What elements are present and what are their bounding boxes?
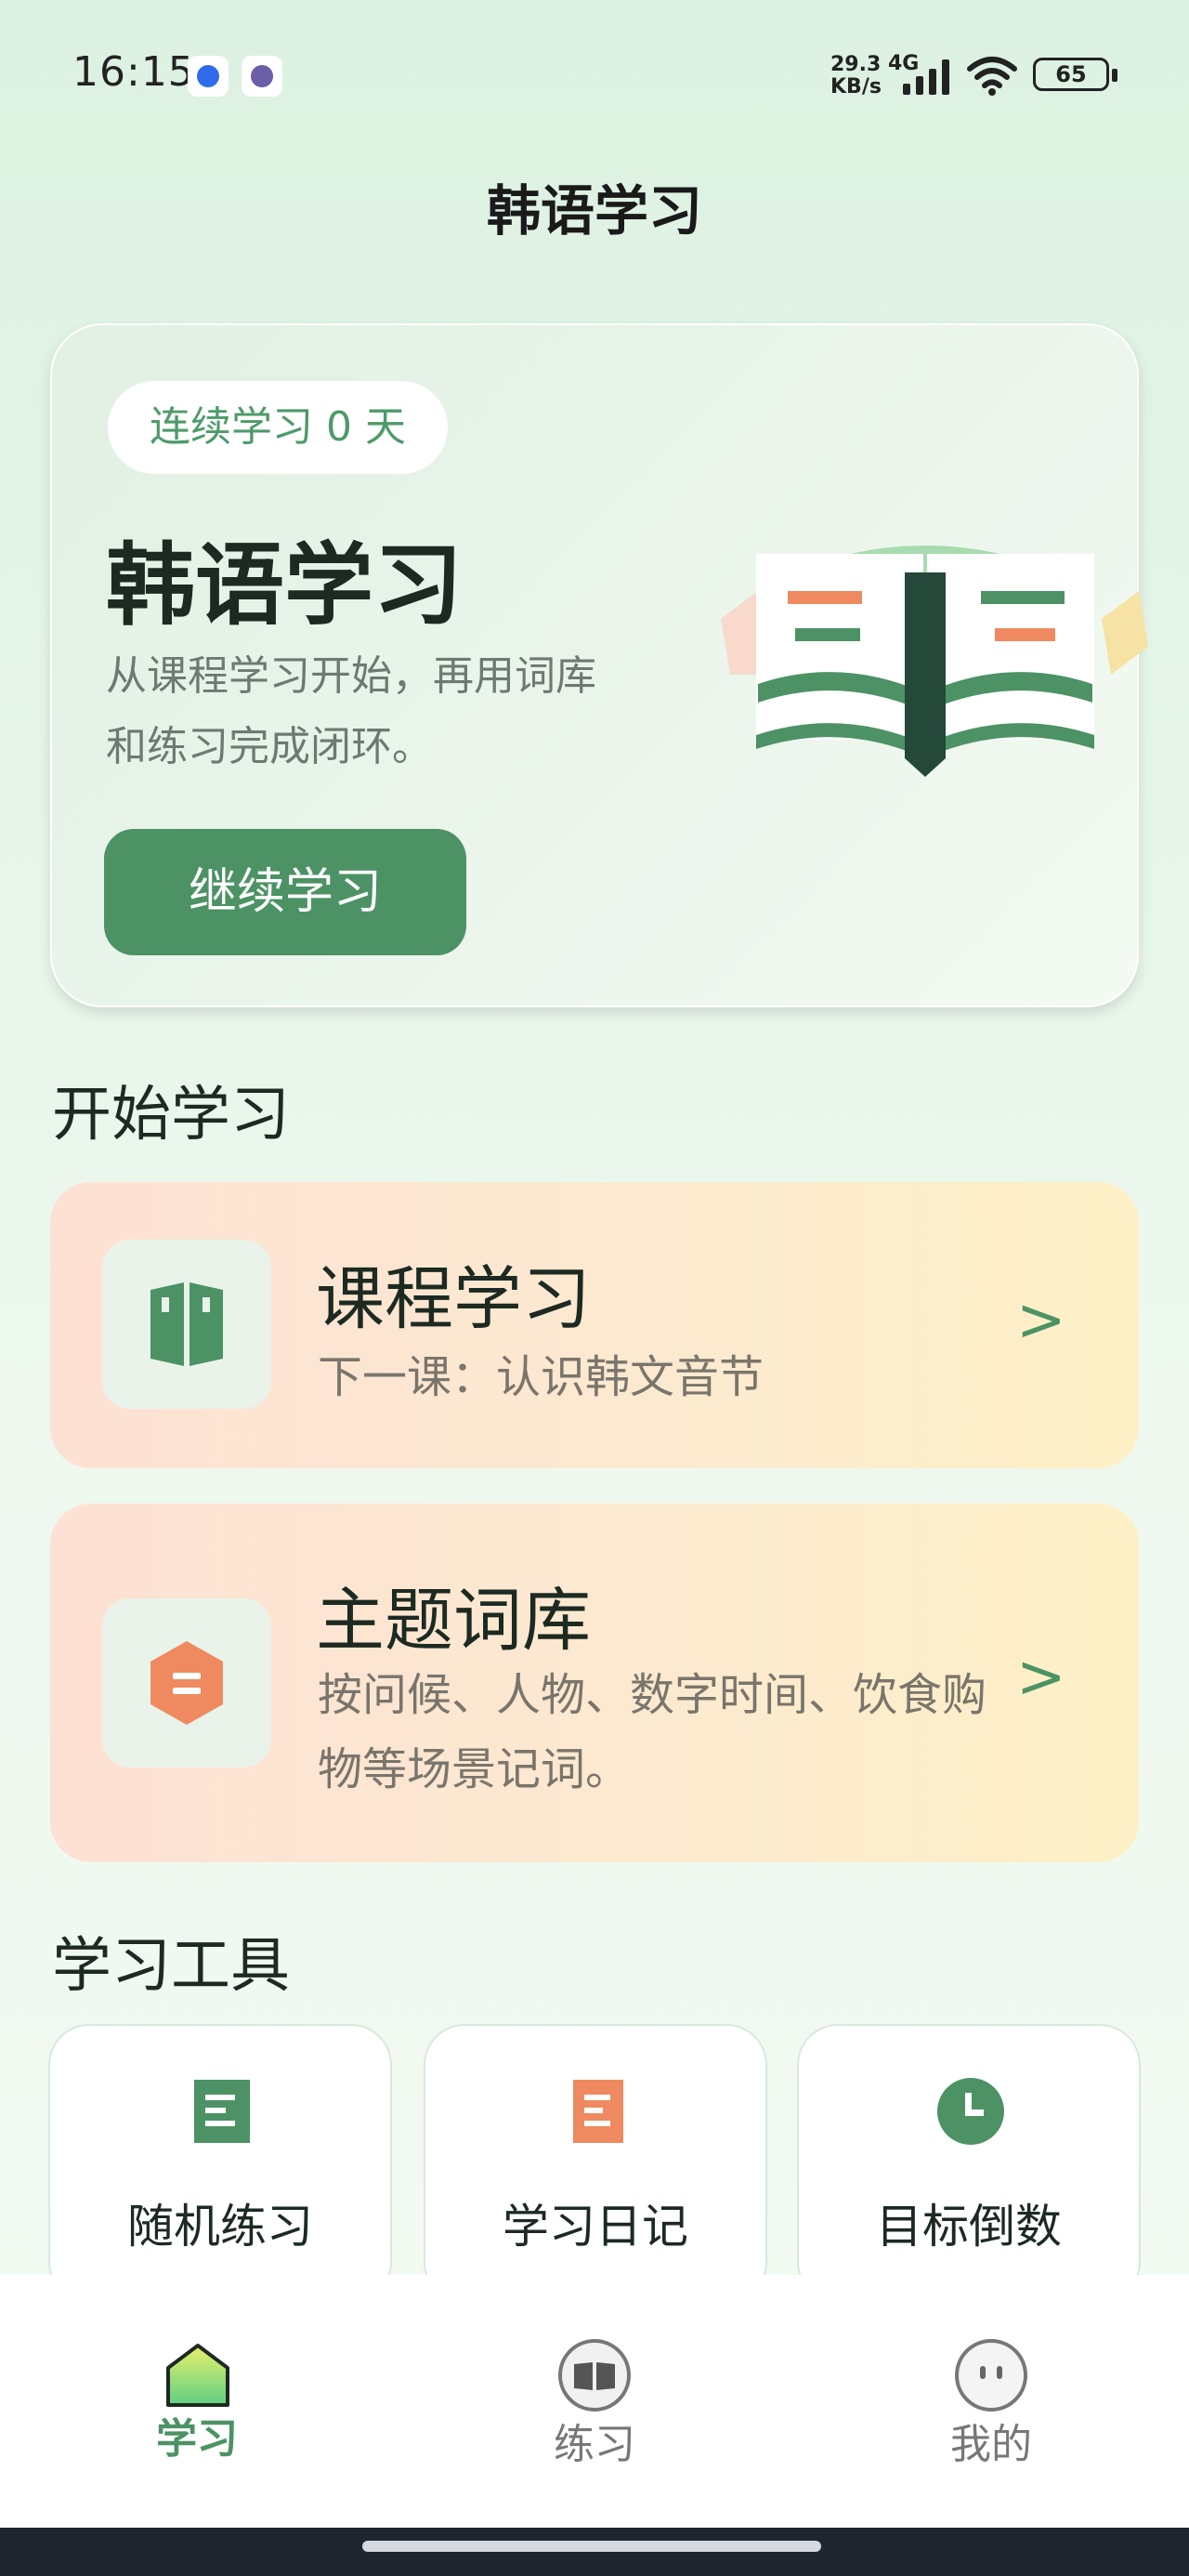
status-time: 16:15 bbox=[72, 48, 195, 96]
tool-label: 随机练习 bbox=[127, 2200, 313, 2254]
card-title: 课程学习 bbox=[316, 1259, 591, 1339]
hero-description: 从课程学习开始，再用词库 和练习完成闭环。 bbox=[106, 641, 700, 782]
app-notification-icon bbox=[242, 56, 282, 97]
wifi-icon bbox=[967, 57, 1017, 96]
hero-title: 韩语学习 bbox=[106, 533, 463, 637]
signal-icon bbox=[903, 59, 949, 95]
book-icon-tile bbox=[102, 1240, 271, 1409]
hero-description-line: 从课程学习开始，再用词库 bbox=[106, 652, 596, 700]
tab-profile[interactable]: 我的 bbox=[793, 2275, 1189, 2528]
study-diary-tool[interactable]: 学习日记 bbox=[424, 2024, 767, 2303]
tab-label: 学习 bbox=[156, 2415, 238, 2463]
battery-icon: 65 bbox=[1033, 58, 1117, 91]
network-speed: 29.3 KB/s bbox=[830, 54, 882, 99]
document-icon bbox=[194, 2080, 250, 2143]
open-book-illustration bbox=[721, 545, 1148, 777]
tool-label: 学习日记 bbox=[503, 2200, 688, 2254]
profile-icon bbox=[955, 2339, 1027, 2412]
section-title-start: 开始学习 bbox=[52, 1081, 290, 1150]
tab-label: 练习 bbox=[554, 2421, 635, 2468]
hero-card: 连续学习 0 天 韩语学习 从课程学习开始，再用词库 和练习完成闭环。 继续学习 bbox=[50, 323, 1148, 1007]
random-practice-tool[interactable]: 随机练习 bbox=[48, 2024, 392, 2303]
section-title-tools: 学习工具 bbox=[52, 1932, 290, 2001]
chevron-right-icon: > bbox=[1016, 1286, 1066, 1355]
tool-label: 目标倒数 bbox=[876, 2200, 1062, 2254]
document-icon bbox=[573, 2080, 623, 2143]
system-navigation-bar bbox=[0, 2528, 1189, 2576]
bottom-tab-bar: 学习 练习 我的 bbox=[0, 2275, 1189, 2528]
chevron-right-icon: > bbox=[1016, 1643, 1066, 1712]
hero-description-line: 和练习完成闭环。 bbox=[106, 723, 433, 770]
continue-learning-button[interactable]: 继续学习 bbox=[104, 829, 466, 955]
book-icon bbox=[150, 1282, 223, 1366]
streak-badge: 连续学习 0 天 bbox=[108, 381, 448, 474]
goal-countdown-tool[interactable]: 目标倒数 bbox=[797, 2024, 1141, 2303]
home-indicator[interactable] bbox=[362, 2541, 821, 2552]
topic-vocabulary-card[interactable]: 主题词库 按问候、人物、数字时间、饮食购 物等场景记词。 > bbox=[50, 1504, 1139, 1862]
card-subtitle: 按问候、人物、数字时间、饮食购 物等场景记词。 bbox=[318, 1658, 1024, 1807]
hexagon-icon-tile bbox=[102, 1598, 271, 1768]
home-icon bbox=[166, 2344, 229, 2407]
tab-label: 我的 bbox=[950, 2421, 1032, 2468]
hexagon-list-icon bbox=[150, 1641, 223, 1725]
card-subtitle: 下一课：认识韩文音节 bbox=[318, 1351, 764, 1403]
card-subtitle-line: 按问候、人物、数字时间、饮食购 bbox=[318, 1669, 987, 1721]
app-notification-icon bbox=[188, 56, 229, 97]
course-learning-card[interactable]: 课程学习 下一课：认识韩文音节 > bbox=[50, 1182, 1139, 1468]
clock-icon bbox=[937, 2078, 1004, 2145]
card-title: 主题词库 bbox=[316, 1581, 591, 1661]
tab-study[interactable]: 学习 bbox=[0, 2275, 396, 2528]
network-speed-unit: KB/s bbox=[830, 75, 882, 99]
network-speed-value: 29.3 bbox=[830, 53, 882, 76]
tab-practice[interactable]: 练习 bbox=[397, 2275, 792, 2528]
status-bar: 16:15 29.3 KB/s 4G 65 bbox=[0, 0, 1189, 149]
open-book-icon bbox=[558, 2339, 631, 2412]
page-title: 韩语学习 bbox=[486, 179, 702, 243]
card-subtitle-line: 物等场景记词。 bbox=[318, 1743, 631, 1795]
